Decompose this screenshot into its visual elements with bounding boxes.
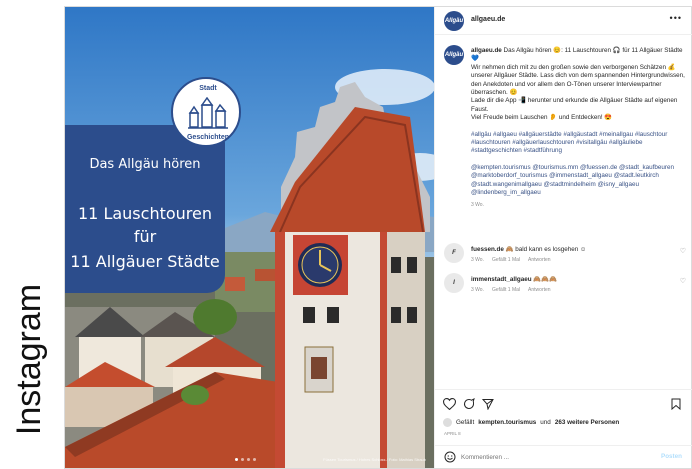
carousel-dot[interactable] <box>253 458 256 461</box>
caption-line: Das Allgäu hören 😊: 11 Lauschtouren 🎧 fü… <box>471 47 683 63</box>
caption-line: Viel Freude beim Lauschen 👂 und Entdecke… <box>471 114 613 122</box>
comment-meta: 3 Wo. Gefällt 1 Mal Antworten <box>471 257 551 263</box>
comment-text: immenstadt_allgaeu 🙈🙈🙈 <box>471 275 557 283</box>
likes-summary: Gefällt kempten.tourismus und 263 weiter… <box>443 418 619 427</box>
card-subtitle: Das Allgäu hören <box>89 157 201 172</box>
caption-avatar[interactable]: Allgäu <box>444 45 464 65</box>
badge-bottom-text: Geschichten <box>186 134 229 141</box>
town-skyline-icon <box>188 97 228 129</box>
comment-username[interactable]: immenstadt_allgaeu <box>471 276 532 283</box>
comment-avatar[interactable]: F <box>444 243 464 263</box>
post-date: APRIL 8 <box>444 431 461 436</box>
comment-likes[interactable]: Gefällt 1 Mal <box>492 287 520 293</box>
comment-likes[interactable]: Gefällt 1 Mal <box>492 257 520 263</box>
caption-line: Wir nehmen dich mit zu den großen sowie … <box>471 63 685 97</box>
likes-middle: und <box>540 419 551 426</box>
stadt-geschichten-badge: Stadt Geschichten <box>171 77 241 147</box>
badge-top-text: Stadt <box>199 85 217 92</box>
comment-reply-button[interactable]: Antworten <box>528 257 551 263</box>
post-sidebar: Allgäu allgaeu.de ••• Allgäu allgaeu.de … <box>434 7 692 468</box>
post-comment-button[interactable]: Posten <box>661 453 682 460</box>
caption-time: 3 Wo. <box>471 201 484 208</box>
share-icon[interactable] <box>482 398 494 410</box>
photo-credit: Füssen Tourismus / Hohes Schloss / Foto:… <box>323 457 426 462</box>
comment-text: fuessen.de 🙈 bald kann es losgehen ☺ <box>471 245 586 253</box>
caption-username[interactable]: allgaeu.de <box>471 47 502 54</box>
caption-mentions[interactable]: @kempten.tourismus @tourismus.mm @fuesse… <box>471 164 685 198</box>
side-label-text: Instagram <box>10 283 49 436</box>
likes-prefix: Gefällt <box>456 419 475 426</box>
heart-icon[interactable]: ♡ <box>680 247 686 255</box>
emoji-icon[interactable] <box>444 451 456 463</box>
post-image[interactable]: Stadt Geschichten Das Allgäu hören 11 La… <box>65 7 434 468</box>
comment-composer: Posten <box>435 445 692 468</box>
comment-item: F fuessen.de 🙈 bald kann es losgehen ☺ 3… <box>435 243 692 269</box>
instagram-side-label: Instagram <box>0 250 60 469</box>
more-icon[interactable]: ••• <box>670 13 682 23</box>
carousel-dot[interactable] <box>247 458 250 461</box>
avatar[interactable]: Allgäu <box>444 11 464 31</box>
comment-reply-button[interactable]: Antworten <box>528 287 551 293</box>
instagram-post: Stadt Geschichten Das Allgäu hören 11 La… <box>64 6 692 469</box>
carousel-dot[interactable] <box>241 458 244 461</box>
comment-meta: 3 Wo. Gefällt 1 Mal Antworten <box>471 287 551 293</box>
caption-line: Lade dir die App 📲 herunter und erkunde … <box>471 97 678 113</box>
card-title-line2: für <box>133 227 157 246</box>
header-username[interactable]: allgaeu.de <box>471 16 505 23</box>
likes-user[interactable]: kempten.tourismus <box>478 419 536 426</box>
comment-time: 3 Wo. <box>471 257 484 263</box>
comment-icon[interactable] <box>463 398 475 410</box>
carousel-dot[interactable] <box>235 458 238 461</box>
post-header: Allgäu allgaeu.de ••• <box>435 7 692 35</box>
card-title-line1: 11 Lauschtouren <box>78 204 212 223</box>
comment-avatar[interactable]: I <box>444 273 464 293</box>
carousel-dots[interactable] <box>235 458 256 461</box>
post-actions <box>435 389 692 417</box>
post-caption: allgaeu.de Das Allgäu hören 😊: 11 Lausch… <box>471 47 685 209</box>
comment-body: 🙈🙈🙈 <box>533 276 557 283</box>
heart-icon[interactable] <box>443 398 456 410</box>
comment-input[interactable] <box>461 452 631 463</box>
liker-avatar <box>443 418 452 427</box>
caption-hashtags[interactable]: #allgäu #allgaeu #allgäuerstädte #allgäu… <box>471 131 685 156</box>
bookmark-icon[interactable] <box>671 398 681 410</box>
comment-body: 🙈 bald kann es losgehen ☺ <box>505 246 587 253</box>
card-title-line3: 11 Allgäuer Städte <box>70 252 220 271</box>
comment-item: I immenstadt_allgaeu 🙈🙈🙈 3 Wo. Gefällt 1… <box>435 273 692 299</box>
comment-time: 3 Wo. <box>471 287 484 293</box>
likes-others[interactable]: 263 weitere Personen <box>555 419 619 426</box>
comment-username[interactable]: fuessen.de <box>471 246 504 253</box>
heart-icon[interactable]: ♡ <box>680 277 686 285</box>
